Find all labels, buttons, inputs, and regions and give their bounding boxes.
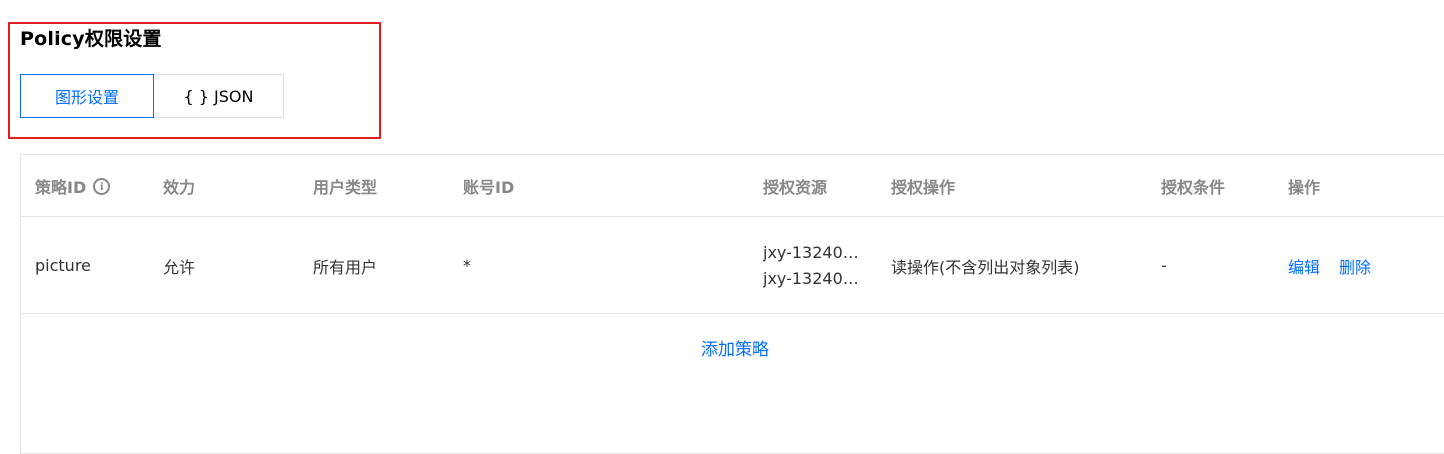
cell-account-id: * — [463, 256, 471, 275]
add-policy-link[interactable]: 添加策略 — [21, 335, 1444, 360]
info-icon[interactable]: i — [93, 177, 111, 195]
resource-item: jxy-13240… — [763, 268, 859, 288]
edit-link[interactable]: 编辑 — [1288, 254, 1320, 278]
delete-link[interactable]: 删除 — [1339, 254, 1371, 278]
column-header-operations: 操作 — [1288, 178, 1321, 197]
column-header-resources: 授权资源 — [763, 178, 828, 197]
section-title: Policy权限设置 — [20, 28, 162, 50]
column-header-effect: 效力 — [163, 178, 196, 197]
cell-resources: jxy-13240… jxy-13240… — [763, 217, 863, 314]
cell-condition: - — [1161, 256, 1167, 275]
column-header-label: 策略ID — [35, 178, 87, 197]
resource-item: jxy-13240… — [763, 242, 859, 262]
tab-json[interactable]: { } JSON — [153, 74, 284, 118]
cell-operations: 编辑 删除 — [1288, 217, 1371, 314]
table-header: 策略ID i 效力 用户类型 账号ID 授权资源 授权操作 授权条件 操作 — [21, 155, 1444, 217]
column-header-user-type: 用户类型 — [313, 178, 378, 197]
table-row: picture 允许 所有用户 * jxy-13240… jxy-13240… … — [21, 217, 1444, 314]
cell-effect: 允许 — [163, 257, 196, 277]
column-header-actions: 授权操作 — [891, 178, 956, 197]
cell-user-type: 所有用户 — [313, 257, 378, 277]
policy-table: 策略ID i 效力 用户类型 账号ID 授权资源 授权操作 授权条件 操作 pi… — [20, 154, 1444, 454]
cell-actions: 读操作(不含列出对象列表) — [891, 257, 1080, 277]
column-header-policy-id: 策略ID i — [35, 155, 111, 217]
column-header-account-id: 账号ID — [463, 178, 515, 197]
tab-graphic-settings[interactable]: 图形设置 — [20, 74, 154, 118]
column-header-conditions: 授权条件 — [1161, 178, 1226, 197]
cell-policy-id: picture — [35, 256, 91, 275]
